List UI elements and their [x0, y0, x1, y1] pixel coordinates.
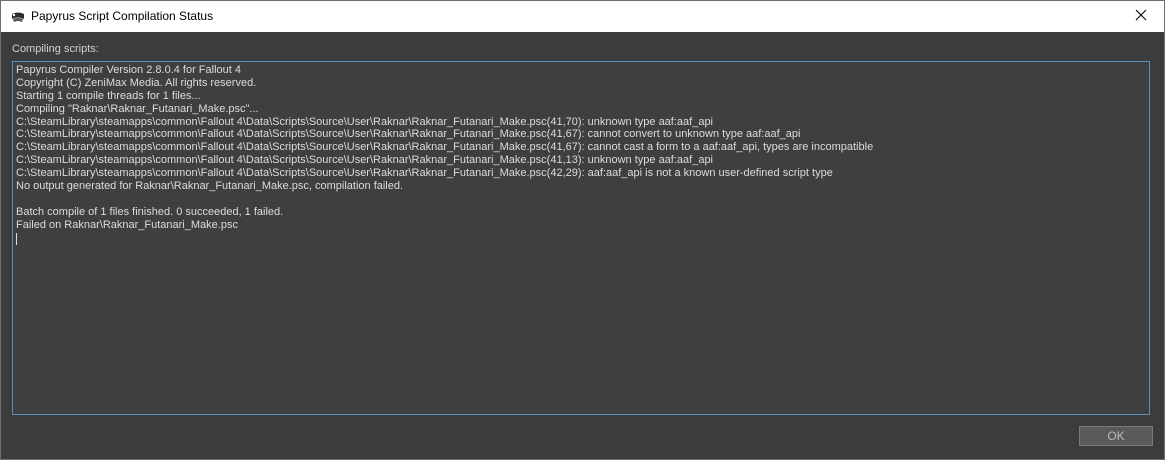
- close-icon: [1135, 8, 1147, 26]
- log-line: No output generated for Raknar\Raknar_Fu…: [16, 180, 404, 193]
- log-line: Copyright (C) ZeniMax Media. All rights …: [16, 76, 257, 89]
- log-line: Papyrus Compiler Version 2.8.0.4 for Fal…: [16, 64, 242, 76]
- log-line: C:\SteamLibrary\steamapps\common\Fallout…: [16, 141, 874, 154]
- log-line: C:\SteamLibrary\steamapps\common\Fallout…: [16, 115, 714, 128]
- compilation-status-window: Papyrus Script Compilation Status Compil…: [0, 0, 1165, 460]
- log-line: Compiling "Raknar\Raknar_Futanari_Make.p…: [16, 102, 259, 115]
- log-line: C:\SteamLibrary\steamapps\common\Fallout…: [16, 154, 714, 167]
- compiler-output-textbox[interactable]: Papyrus Compiler Version 2.8.0.4 for Fal…: [12, 61, 1150, 415]
- log-line: Batch compile of 1 files finished. 0 suc…: [16, 205, 284, 218]
- log-line: Failed on Raknar\Raknar_Futanari_Make.ps…: [16, 218, 238, 231]
- title-bar[interactable]: Papyrus Script Compilation Status: [1, 1, 1164, 32]
- log-line: Starting 1 compile threads for 1 files..…: [16, 89, 201, 102]
- ok-button[interactable]: OK: [1079, 426, 1153, 446]
- window-title: Papyrus Script Compilation Status: [31, 9, 214, 23]
- papyrus-scroll-icon: [10, 10, 26, 24]
- text-caret: [16, 232, 17, 245]
- log-line: C:\SteamLibrary\steamapps\common\Fallout…: [16, 128, 801, 141]
- close-button[interactable]: [1118, 1, 1164, 32]
- log-line: C:\SteamLibrary\steamapps\common\Fallout…: [16, 167, 833, 180]
- compiling-scripts-label: Compiling scripts:: [12, 43, 99, 55]
- dialog-body: Compiling scripts: Papyrus Compiler Vers…: [1, 32, 1164, 459]
